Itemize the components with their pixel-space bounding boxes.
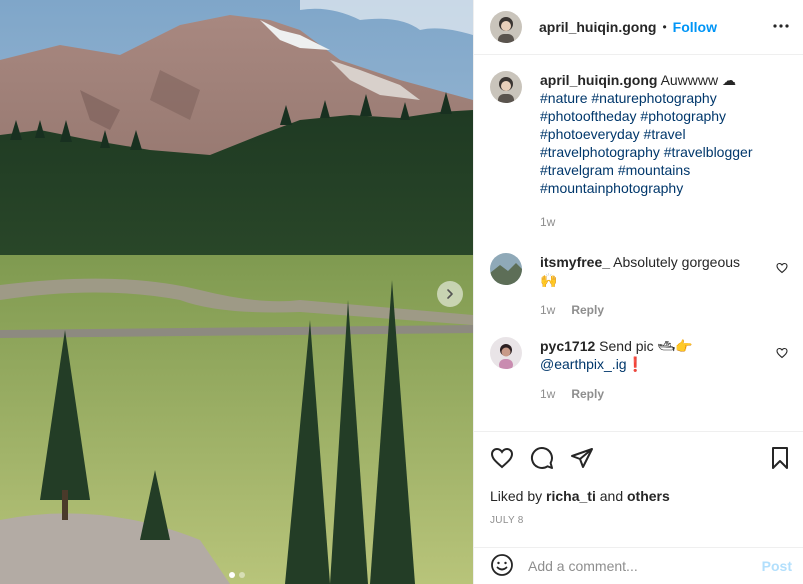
carousel-dot [238, 572, 245, 578]
likes-others-link[interactable]: others [627, 488, 670, 504]
comment-emoji: ❗ [626, 356, 645, 372]
reply-button[interactable]: Reply [571, 301, 604, 319]
comment-time[interactable]: 1w [540, 301, 555, 319]
hashtag[interactable]: #travel [644, 126, 686, 142]
author-avatar[interactable] [490, 11, 522, 43]
cloud-emoji: ☁ [722, 72, 737, 88]
heart-icon [776, 347, 788, 359]
comment-username[interactable]: itsmyfree_ [540, 254, 610, 270]
comments-section: april_huiqin.gong Auwwww ☁ #nature #natu… [474, 55, 803, 431]
next-arrow-icon [447, 289, 453, 299]
comment-button[interactable] [530, 446, 554, 473]
comment-username[interactable]: pyc1712 [540, 338, 595, 354]
caption-text: Auwwww [660, 72, 719, 88]
more-options-button[interactable] [772, 17, 790, 38]
comment-body: pyc1712 Send pic 🛥👉 @earthpix_.ig❗ 1w Re… [540, 337, 755, 403]
add-comment-bar: Post [474, 547, 803, 584]
caption-username[interactable]: april_huiqin.gong [540, 72, 657, 88]
action-buttons [490, 446, 594, 473]
emoji-button[interactable] [490, 553, 514, 580]
caption: april_huiqin.gong Auwwww ☁ #nature #natu… [490, 71, 788, 231]
caption-hashtags: #nature #naturephotography #photooftheda… [540, 89, 770, 197]
comment-item: itsmyfree_ Absolutely gorgeous 🙌 1w Repl… [490, 253, 788, 319]
hashtag[interactable]: #nature [540, 90, 587, 106]
post-actions: Liked by richa_ti and others JULY 8 [474, 431, 803, 531]
heart-icon [490, 447, 514, 469]
commenter-avatar[interactable] [490, 253, 522, 285]
likes-summary: Liked by richa_ti and others [490, 488, 670, 504]
comment-text: Send pic 🛥👉 [599, 338, 693, 354]
author-username[interactable]: april_huiqin.gong [539, 19, 656, 35]
likes-prefix: Liked by [490, 488, 543, 504]
post-header: april_huiqin.gong • Follow [474, 0, 803, 55]
comment-input[interactable] [528, 558, 748, 574]
hashtag[interactable]: #travelgram [540, 162, 614, 178]
more-horizontal-icon [773, 24, 789, 28]
next-photo-button[interactable] [437, 281, 463, 307]
commenter-avatar[interactable] [490, 337, 522, 369]
post-comment-button[interactable]: Post [762, 558, 792, 574]
comment-icon [531, 447, 553, 469]
hashtag[interactable]: #photography [640, 108, 726, 124]
caption-author-avatar[interactable] [490, 71, 522, 103]
bookmark-icon [772, 447, 788, 469]
share-button[interactable] [570, 446, 594, 473]
likes-and: and [599, 488, 624, 504]
reply-button[interactable]: Reply [571, 385, 604, 403]
like-button[interactable] [490, 446, 514, 473]
post-side-panel: april_huiqin.gong • Follow april_huiqin.… [473, 0, 803, 584]
comment-meta: 1w Reply [540, 301, 755, 319]
post-date[interactable]: JULY 8 [490, 515, 524, 526]
hashtag[interactable]: #naturephotography [591, 90, 716, 106]
carousel-dot-active [228, 572, 235, 578]
comment-item: pyc1712 Send pic 🛥👉 @earthpix_.ig❗ 1w Re… [490, 337, 788, 403]
like-comment-button[interactable] [776, 261, 788, 277]
header-separator: • [662, 20, 667, 34]
hashtag[interactable]: #mountainphotography [540, 180, 683, 196]
comment-time[interactable]: 1w [540, 385, 555, 403]
hashtag[interactable]: #photooftheday [540, 108, 637, 124]
heart-icon [776, 262, 788, 274]
caption-meta: 1w [540, 213, 770, 231]
like-comment-button[interactable] [776, 346, 788, 362]
comment-body: itsmyfree_ Absolutely gorgeous 🙌 1w Repl… [540, 253, 755, 319]
hashtag[interactable]: #travelphotography [540, 144, 660, 160]
save-button[interactable] [768, 446, 792, 473]
smiley-icon [491, 553, 513, 576]
mention-link[interactable]: @earthpix_.ig [540, 356, 627, 372]
caption-body: april_huiqin.gong Auwwww ☁ #nature #natu… [540, 71, 770, 231]
mountain-landscape-image [0, 0, 473, 584]
follow-button[interactable]: Follow [673, 19, 717, 35]
carousel-indicator [0, 572, 473, 578]
share-icon [571, 448, 593, 468]
caption-time[interactable]: 1w [540, 213, 555, 231]
hashtag[interactable]: #photoeveryday [540, 126, 640, 142]
comment-meta: 1w Reply [540, 385, 755, 403]
hashtag[interactable]: #mountains [618, 162, 690, 178]
hashtag[interactable]: #travelblogger [664, 144, 753, 160]
liked-by-user[interactable]: richa_ti [546, 488, 596, 504]
post-photo[interactable] [0, 0, 473, 584]
